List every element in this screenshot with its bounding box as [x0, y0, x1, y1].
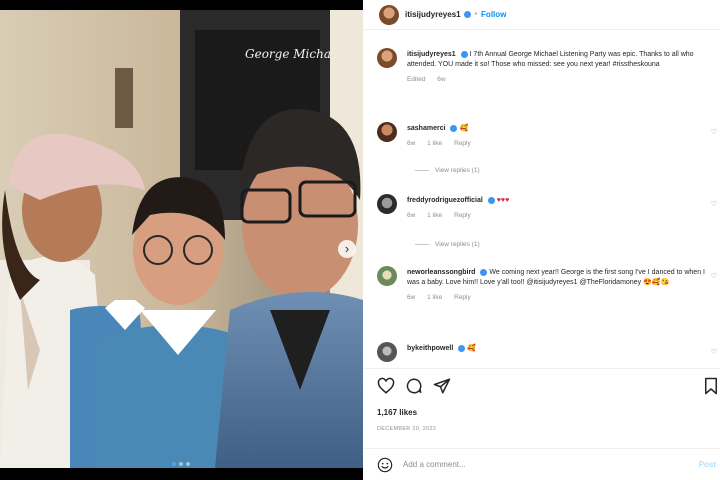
- comment-likes[interactable]: 1 like: [427, 212, 442, 219]
- comment-time: 6w: [407, 140, 416, 147]
- commenter-avatar[interactable]: [377, 122, 397, 142]
- carousel-dot: [172, 462, 176, 466]
- view-replies-button[interactable]: View replies (1): [415, 167, 480, 174]
- paper-plane-icon[interactable]: [433, 377, 451, 395]
- bottom-black-bar: [0, 468, 363, 480]
- author-username[interactable]: itisijudyreyes1: [405, 10, 461, 19]
- emoji-icon: 😍🥰😘: [643, 279, 670, 286]
- post-actions: [363, 368, 720, 402]
- comment-like-icon[interactable]: ♡: [711, 348, 717, 356]
- comment-like-icon[interactable]: ♡: [711, 272, 717, 280]
- add-comment-input[interactable]: [403, 460, 653, 469]
- commenter-avatar[interactable]: [377, 194, 397, 214]
- separator-dot: •: [474, 11, 478, 18]
- post-date: DECEMBER 20, 2022: [377, 426, 437, 432]
- verified-icon: [480, 268, 488, 276]
- comment-likes[interactable]: 1 like: [427, 140, 442, 147]
- next-photo-button[interactable]: ›: [338, 240, 356, 258]
- comment-time: 6w: [407, 212, 416, 219]
- verified-icon: [460, 50, 468, 58]
- bookmark-icon[interactable]: [702, 377, 720, 395]
- comment-like-icon[interactable]: ♡: [711, 128, 717, 136]
- carousel-dot: [179, 462, 183, 466]
- caption-username[interactable]: itisijudyreyes1: [407, 51, 456, 58]
- caption-edited: Edited: [407, 76, 426, 83]
- comment-username[interactable]: bykeithpowell: [407, 345, 453, 352]
- comment-username[interactable]: neworleanssongbird: [407, 269, 475, 276]
- verified-icon: [450, 124, 458, 132]
- view-replies-button[interactable]: View replies (1): [415, 241, 480, 248]
- likes-count[interactable]: 1,167 likes: [377, 408, 417, 417]
- emoji-icon: 🥰: [459, 125, 469, 132]
- carousel-dot: [186, 462, 190, 466]
- reply-button[interactable]: Reply: [454, 294, 471, 301]
- commenter-avatar[interactable]: [377, 342, 397, 362]
- post-photo[interactable]: George Michael ›: [0, 10, 363, 468]
- verified-icon: [487, 196, 495, 204]
- follow-button[interactable]: Follow: [481, 10, 506, 19]
- comment-username[interactable]: sashamerci: [407, 125, 446, 132]
- verified-icon: [463, 11, 471, 18]
- verified-icon: [458, 344, 466, 352]
- comment-icon[interactable]: [405, 377, 423, 395]
- commenter-avatar[interactable]: [377, 266, 397, 286]
- comment-like-icon[interactable]: ♡: [711, 200, 717, 208]
- heart-icon[interactable]: [377, 377, 395, 395]
- emoji-icon: 🥰: [467, 345, 476, 352]
- post-comment-button[interactable]: Post: [699, 460, 716, 469]
- author-avatar[interactable]: [379, 4, 399, 25]
- comment-likes[interactable]: 1 like: [427, 294, 442, 301]
- post-header: itisijudyreyes1 • Follow: [363, 0, 720, 30]
- neon-sign-text: George Michael: [245, 47, 342, 61]
- photo-illustration: George Michael: [0, 10, 363, 468]
- comments-list[interactable]: itisijudyreyes1 I 7th Annual George Mich…: [363, 40, 720, 368]
- reply-button[interactable]: Reply: [454, 140, 471, 147]
- smiley-icon[interactable]: [377, 457, 393, 473]
- comment-time: 6w: [407, 294, 416, 301]
- carousel-dots: [172, 462, 190, 466]
- reply-button[interactable]: Reply: [454, 212, 471, 219]
- caption-avatar[interactable]: [377, 48, 397, 68]
- add-comment-bar: Post: [363, 448, 720, 480]
- caption-time: 6w: [437, 76, 446, 83]
- post-side-panel: itisijudyreyes1 • Follow itisijudyreyes1…: [363, 0, 720, 480]
- comment-text: ♥♥♥: [496, 197, 510, 204]
- comment-username[interactable]: freddyrodriguezofficial: [407, 197, 483, 204]
